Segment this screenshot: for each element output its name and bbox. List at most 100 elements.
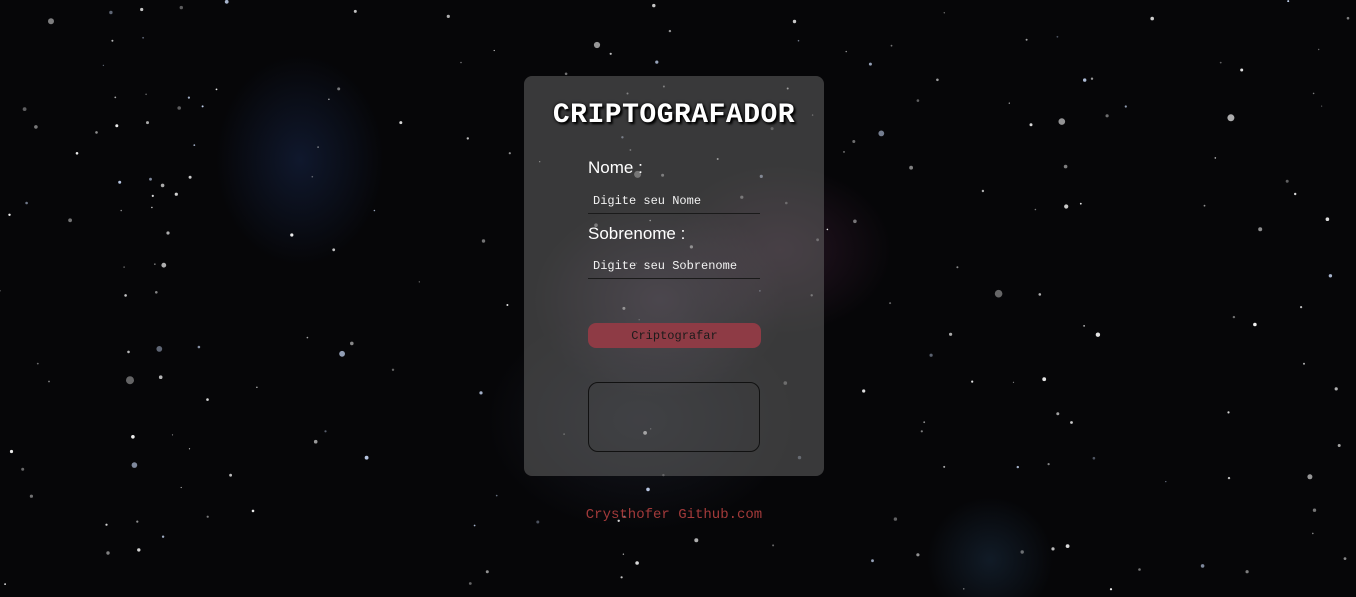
star [564,72,568,76]
star [142,36,145,39]
star [188,175,192,179]
star [311,175,314,178]
star [655,60,659,64]
star [797,39,800,42]
star [106,551,110,555]
star [845,50,847,53]
star [206,398,209,401]
star [943,465,946,468]
star [1214,157,1217,159]
star [1240,68,1244,72]
star [1095,332,1101,337]
star [956,266,959,269]
star [8,213,11,216]
star [871,559,874,563]
star [868,62,872,66]
star [0,290,1,292]
star [4,583,6,585]
sobrenome-input[interactable] [588,253,760,279]
star [853,219,857,224]
star [160,183,165,188]
star [920,430,923,433]
star [852,140,856,143]
star [1287,0,1290,3]
star [118,180,122,184]
star [105,523,108,526]
star [772,544,775,547]
criptografar-button[interactable]: Criptografar [588,323,761,348]
star [495,494,498,497]
star [1337,444,1341,447]
star [1034,208,1037,211]
star [29,494,33,498]
star [9,449,14,454]
nome-input[interactable] [588,188,760,214]
star [485,570,489,574]
star [916,99,920,102]
star [878,130,885,137]
star [1312,92,1315,95]
star [1227,411,1230,414]
page-title: CRIPTOGRAFADOR [552,100,796,131]
star [256,386,258,388]
result-output[interactable] [588,382,760,452]
star [337,87,341,91]
star [1092,456,1096,460]
star [1105,114,1109,118]
star [1303,362,1305,365]
star [399,121,403,125]
github-link-text[interactable]: Crysthofer Github.com [586,507,762,523]
star [1012,381,1015,383]
star [506,304,509,306]
star [1328,274,1333,278]
star [1064,204,1069,209]
star [1042,377,1047,382]
star [1038,293,1042,296]
star [177,106,181,110]
star [180,486,182,489]
star [109,10,113,15]
star [1138,568,1141,571]
star [131,462,138,468]
star [179,5,183,10]
star [140,7,144,12]
star [646,487,650,492]
star [1227,114,1235,122]
star [1150,16,1154,21]
star [95,131,98,134]
star [339,350,345,357]
star [166,231,170,235]
github-link[interactable]: Crysthofer Github.com [0,507,1356,523]
star [174,192,178,196]
star [1056,412,1060,416]
star [593,41,601,49]
star [155,291,158,294]
star [1109,588,1113,591]
star [1253,322,1257,327]
star [620,576,623,579]
star [114,96,117,99]
star [1051,547,1055,551]
star [290,233,294,237]
star [460,61,462,64]
star [473,524,476,527]
star [149,177,152,181]
star [197,345,201,349]
nome-label: Nome : [588,158,643,177]
star [1029,123,1033,127]
star [22,107,27,111]
star [1232,315,1236,319]
star [923,421,926,424]
star [792,19,797,24]
star [373,209,376,212]
star [75,152,79,155]
star [1083,325,1085,327]
star [1321,105,1323,107]
star [929,353,933,357]
star [353,9,357,13]
star [994,289,1003,298]
star [468,582,472,585]
star [328,98,330,101]
star [1312,532,1314,535]
star [971,380,974,383]
